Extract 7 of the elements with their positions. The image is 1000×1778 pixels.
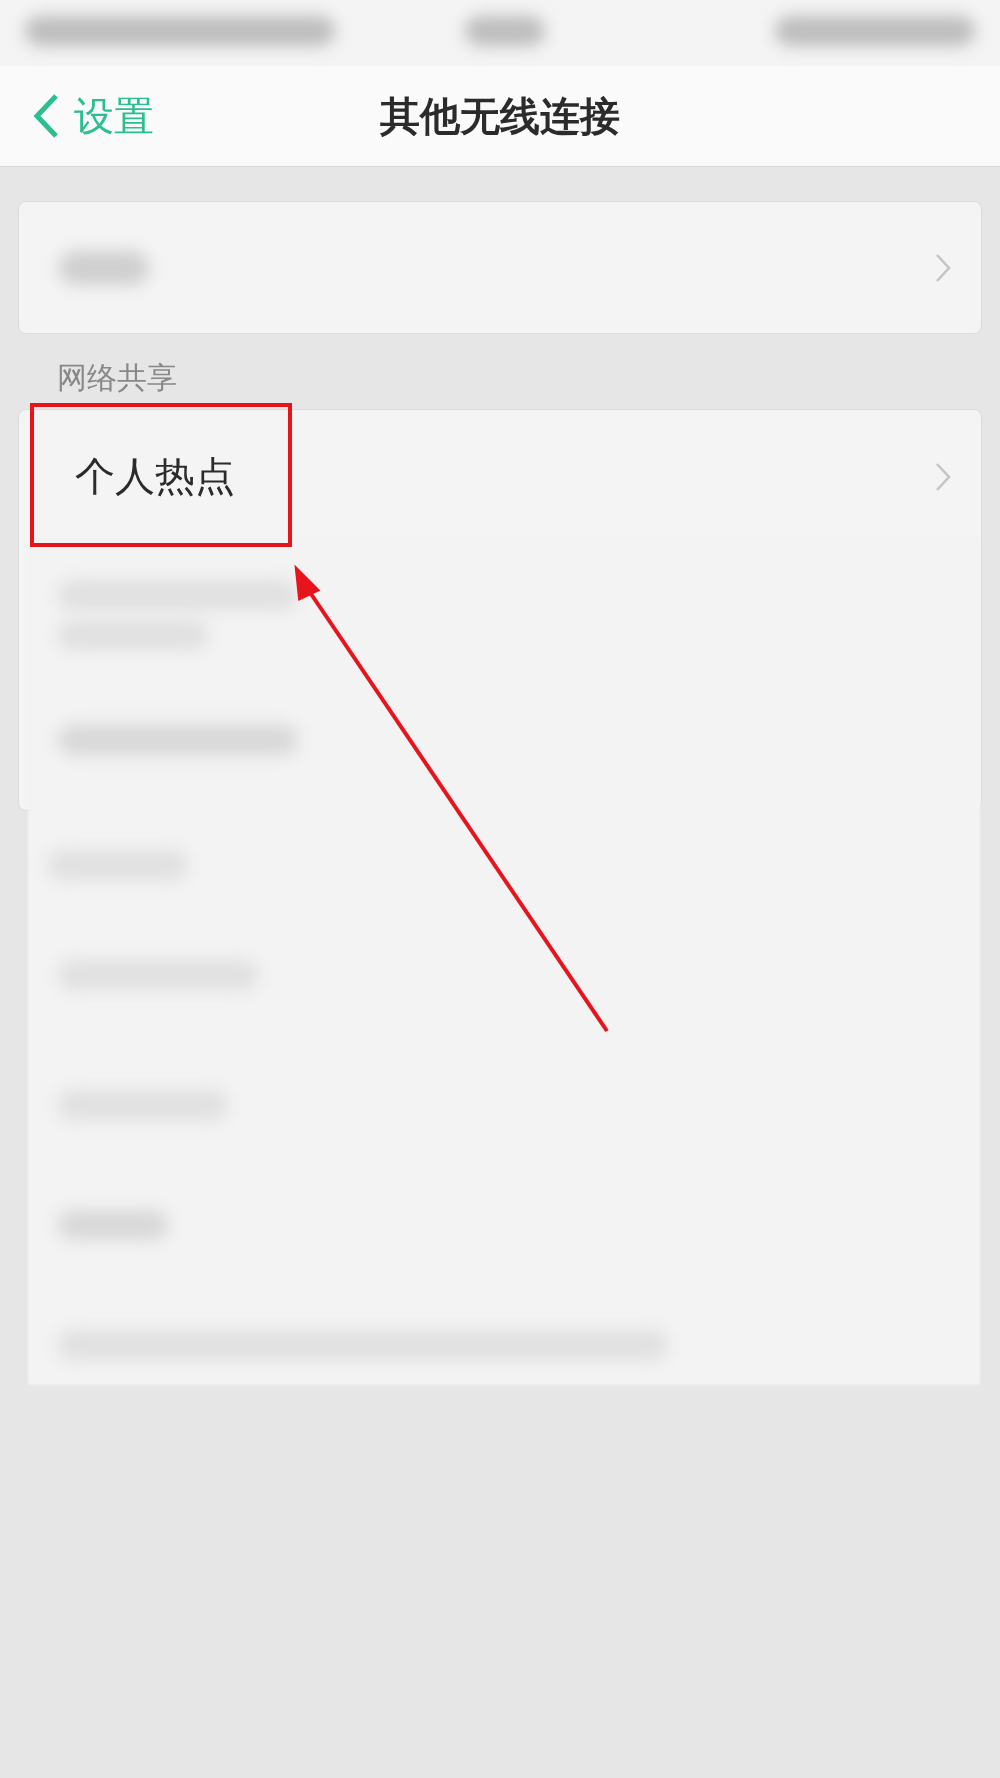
row-label: 个人热点 xyxy=(75,452,235,501)
section-header: 网络共享 xyxy=(56,359,178,397)
chevron-right-icon xyxy=(935,252,951,283)
back-icon xyxy=(32,93,60,139)
chevron-right-icon xyxy=(935,461,951,492)
page-title: 其他无线连接 xyxy=(380,91,620,141)
hotspot-row[interactable]: 个人热点 xyxy=(19,410,981,543)
